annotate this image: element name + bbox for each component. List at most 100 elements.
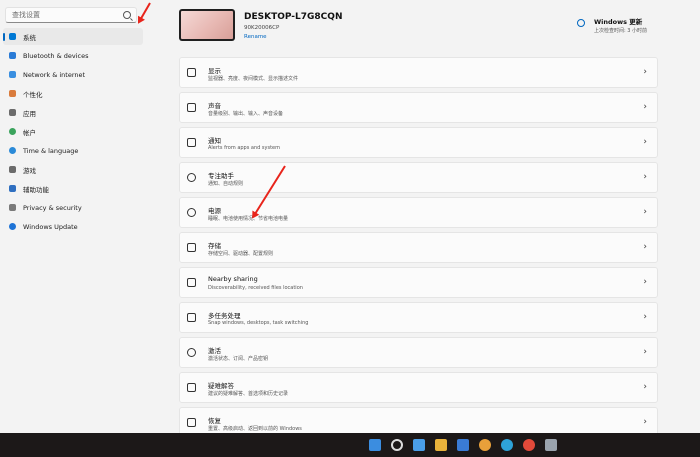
windows-update-icon[interactable] (577, 19, 585, 27)
sidebar-item-accounts[interactable]: 帐户 (3, 123, 143, 140)
file-explorer-icon[interactable] (435, 439, 447, 451)
personalization-icon (9, 90, 16, 97)
card-title: 多任务处理 (208, 312, 241, 320)
card-subtitle: 建议的疑难解答、首选项和历史记录 (208, 391, 289, 397)
card-title: Nearby sharing (208, 275, 258, 283)
card-title: 通知 (208, 137, 221, 145)
device-thumbnail (179, 9, 235, 41)
settings-card-troubleshoot[interactable]: 疑难解答 建议的疑难解答、首选项和历史记录 › (179, 372, 658, 403)
settings-card-multitasking[interactable]: 多任务处理 Snap windows, desktops, task switc… (179, 302, 658, 333)
sidebar-item-label: 个性化 (23, 90, 43, 99)
chevron-right-icon: › (643, 347, 647, 357)
sidebar-item-accessibility[interactable]: 辅助功能 (3, 180, 143, 197)
accounts-icon (9, 128, 16, 135)
start-icon[interactable] (369, 439, 381, 451)
sidebar-item-windows-update[interactable]: Windows Update (3, 218, 143, 235)
sidebar-item-system[interactable]: 系统 (3, 28, 143, 45)
card-subtitle: 重置、高级启动、返回到以前的 Windows (208, 426, 302, 432)
wallpaper-preview (181, 11, 233, 39)
chrome-icon[interactable] (479, 439, 491, 451)
multitasking-icon (187, 313, 196, 322)
network-icon (9, 71, 16, 78)
sound-icon (187, 103, 196, 112)
store-icon[interactable] (457, 439, 469, 451)
sidebar-item-personalization[interactable]: 个性化 (3, 85, 143, 102)
gaming-icon (9, 166, 16, 173)
sidebar: 系统 Bluetooth & devices Network & interne… (0, 0, 160, 433)
card-subtitle: Snap windows, desktops, task switching (208, 320, 309, 326)
chevron-right-icon: › (643, 277, 647, 287)
card-title: 恢复 (208, 417, 221, 425)
windows-update-icon (9, 223, 16, 230)
chevron-right-icon: › (643, 207, 647, 217)
chevron-right-icon: › (643, 102, 647, 112)
system-icon (9, 33, 16, 40)
card-title: 存储 (208, 242, 221, 250)
windows-update-status: 上次检查时间: 3 小时前 (594, 28, 648, 34)
windows-update-title[interactable]: Windows 更新 (594, 16, 642, 26)
card-title: 电源 (208, 207, 221, 215)
apps-icon (9, 109, 16, 116)
sidebar-item-label: 应用 (23, 109, 36, 118)
card-subtitle: 通知、自动规则 (208, 181, 244, 187)
card-title: 激活 (208, 347, 221, 355)
rename-link[interactable]: Rename (244, 34, 267, 40)
globe-icon (9, 147, 16, 154)
settings-card-sound[interactable]: 声音 音量级别、输出、输入、声音设备 › (179, 92, 658, 123)
recovery-icon (187, 418, 196, 427)
sidebar-item-label: 系统 (23, 33, 36, 42)
sidebar-item-gaming[interactable]: 游戏 (3, 161, 143, 178)
chevron-right-icon: › (643, 137, 647, 147)
settings-card-activation[interactable]: 激活 激活状态、订阅、产品密钥 › (179, 337, 658, 368)
sidebar-item-label: Time & language (23, 146, 79, 155)
settings-gear-icon[interactable] (545, 439, 557, 451)
sidebar-item-label: Network & internet (23, 70, 86, 79)
focus-assist-icon (187, 173, 196, 182)
sidebar-item-label: Bluetooth & devices (23, 51, 89, 60)
settings-card-display[interactable]: 显示 监视器、亮度、夜间模式、显示描述文件 › (179, 57, 658, 88)
card-subtitle: 音量级别、输出、输入、声音设备 (208, 111, 284, 117)
sidebar-item-label: 辅助功能 (23, 185, 49, 194)
browser-icon[interactable] (501, 439, 513, 451)
settings-card-nearby-sharing[interactable]: Nearby sharing Discoverability, received… (179, 267, 658, 298)
card-subtitle: Alerts from apps and system (208, 145, 280, 151)
shield-icon (9, 204, 16, 211)
settings-card-storage[interactable]: 存储 存储空间、驱动器、配置规则 › (179, 232, 658, 263)
chevron-right-icon: › (643, 242, 647, 252)
notification-icon (187, 138, 196, 147)
chevron-right-icon: › (643, 382, 647, 392)
sidebar-item-time-language[interactable]: Time & language (3, 142, 143, 159)
display-icon (187, 68, 196, 77)
chevron-right-icon: › (643, 417, 647, 427)
app-icon[interactable] (523, 439, 535, 451)
sidebar-item-bluetooth[interactable]: Bluetooth & devices (3, 47, 143, 64)
search-box[interactable] (5, 7, 137, 23)
active-indicator (3, 33, 5, 41)
sidebar-item-label: 游戏 (23, 166, 36, 175)
device-name: DESKTOP-L7G8CQN (244, 12, 343, 22)
device-model: 90K20006CP (244, 25, 280, 31)
sidebar-item-apps[interactable]: 应用 (3, 104, 143, 121)
sidebar-item-privacy[interactable]: Privacy & security (3, 199, 143, 216)
card-subtitle: 激活状态、订阅、产品密钥 (208, 356, 269, 362)
settings-card-notifications[interactable]: 通知 Alerts from apps and system › (179, 127, 658, 158)
chevron-right-icon: › (643, 312, 647, 322)
power-icon (187, 208, 196, 217)
card-title: 专注助手 (208, 172, 234, 180)
accessibility-icon (9, 185, 16, 192)
settings-card-focus-assist[interactable]: 专注助手 通知、自动规则 › (179, 162, 658, 193)
sidebar-item-label: Privacy & security (23, 203, 82, 212)
taskbar (0, 433, 700, 457)
search-input[interactable] (12, 11, 122, 19)
search-icon[interactable] (391, 439, 403, 451)
troubleshoot-icon (187, 383, 196, 392)
chevron-right-icon: › (643, 172, 647, 182)
chevron-right-icon: › (643, 67, 647, 77)
sidebar-item-network[interactable]: Network & internet (3, 66, 143, 83)
sidebar-item-label: 帐户 (23, 128, 36, 137)
nearby-sharing-icon (187, 278, 196, 287)
search-icon[interactable] (123, 11, 131, 19)
task-view-icon[interactable] (413, 439, 425, 451)
activation-icon (187, 348, 196, 357)
card-subtitle: Discoverability, received files location (208, 285, 303, 291)
